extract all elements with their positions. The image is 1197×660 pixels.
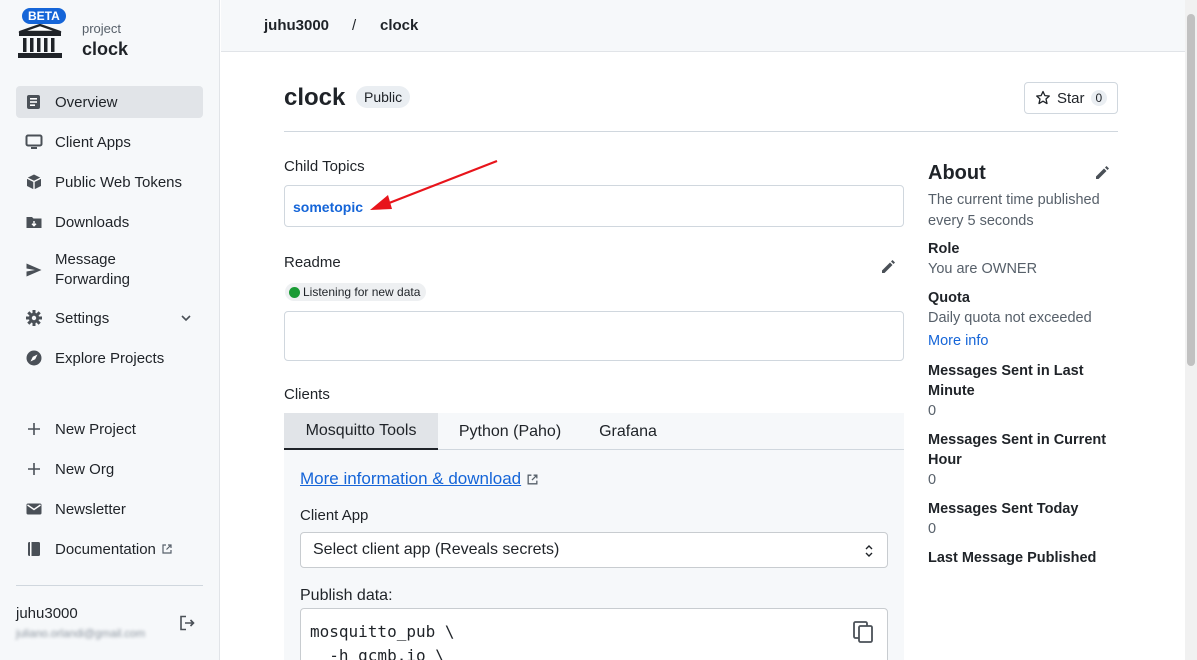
monitor-icon [25,133,43,151]
child-topic-link[interactable]: sometopic [293,199,363,215]
scrollbar-thumb[interactable] [1187,14,1195,366]
publish-command-code[interactable]: mosquitto_pub \ -h gcmb.io \ [300,608,888,660]
sidebar-item-new-project[interactable]: New Project [16,413,203,445]
sidebar-item-label: Public Web Tokens [55,173,183,191]
sidebar-item-downloads[interactable]: Downloads [16,206,203,238]
building-logo-icon [18,23,62,58]
sidebar-item-documentation[interactable]: Documentation [16,533,203,565]
stat-value-today: 0 [928,521,937,537]
sidebar-item-label: Message Forwarding [55,251,131,288]
external-link-icon [162,544,172,554]
logout-icon[interactable] [178,614,196,632]
send-icon [25,261,43,279]
mail-icon [25,500,43,518]
breadcrumb-separator: / [352,17,357,34]
compass-icon [25,349,43,367]
publish-data-label: Publish data: [300,587,393,604]
stat-value-current-hour: 0 [928,472,937,488]
user-name: juhu3000 [16,605,78,622]
sidebar-item-public-web-tokens[interactable]: Public Web Tokens [16,166,203,198]
overview-icon [25,93,43,111]
gear-icon [25,309,43,327]
sidebar-item-newsletter[interactable]: Newsletter [16,493,203,525]
sidebar-item-explore-projects[interactable]: Explore Projects [16,342,203,374]
cube-icon [25,173,43,191]
listening-status-text: Listening for new data [303,285,421,299]
top-bar: juhu3000 / clock [221,0,1185,52]
child-topics-label: Child Topics [284,158,365,175]
breadcrumb-project[interactable]: clock [380,17,418,34]
client-tabs: Mosquitto Tools Python (Paho) Grafana [284,413,904,450]
star-count: 0 [1090,90,1108,106]
star-icon [1036,90,1050,105]
user-email: juliano.orlandi@gmail.com [16,628,146,640]
sidebar-item-label: Overview [55,93,118,111]
breadcrumb-owner[interactable]: juhu3000 [264,17,329,34]
stat-label-current-hour: Messages Sent in Current Hour [928,432,1107,468]
sidebar-item-new-org[interactable]: New Org [16,453,203,485]
external-link-icon [527,474,538,485]
quota-more-info-link[interactable]: More info [928,333,988,349]
quota-value: Daily quota not exceeded [928,310,1092,326]
sidebar-item-overview[interactable]: Overview [16,86,203,118]
tab-grafana[interactable]: Grafana [584,413,672,450]
select-updown-icon [865,545,873,557]
book-icon [25,540,43,558]
stat-value-last-minute: 0 [928,403,937,419]
sidebar-item-label: New Project [55,420,136,438]
readme-label: Readme [284,254,341,271]
edit-readme-pencil-icon[interactable] [879,258,897,276]
client-app-label: Client App [300,507,369,524]
status-dot-icon [289,286,300,298]
sidebar-item-label: Explore Projects [55,349,165,367]
sidebar-divider [16,585,203,586]
plus-icon [25,420,43,438]
sidebar-item-label: Settings [55,309,110,327]
stat-label-today: Messages Sent Today [928,501,1079,517]
clients-label: Clients [284,386,330,403]
star-label: Star [1057,89,1085,107]
sidebar-item-label: New Org [55,460,115,478]
tab-python-paho[interactable]: Python (Paho) [443,413,577,450]
role-value: You are OWNER [928,261,1038,277]
more-info-download-link[interactable]: More information & download [300,469,521,489]
sidebar-item-label: Client Apps [55,133,131,151]
project-name: clock [82,39,129,59]
copy-icon[interactable] [852,620,874,644]
title-divider [284,131,1118,132]
annotation-arrow-icon [370,159,498,210]
quota-label: Quota [928,290,970,306]
sidebar-item-message-forwarding[interactable]: Message Forwarding [16,249,203,291]
sidebar-item-settings[interactable]: Settings [16,302,203,334]
sidebar-item-label: Downloads [55,213,130,231]
listening-status-chip: Listening for new data [285,283,427,301]
code-line: mosquitto_pub \ [310,622,455,641]
client-app-select[interactable]: Select client app (Reveals secrets) [300,532,888,568]
chevron-down-icon [181,315,191,322]
brand-kicker: project [82,21,122,36]
code-line: -h gcmb.io \ [310,646,445,660]
edit-about-pencil-icon[interactable] [1093,164,1111,182]
stat-label-last-minute: Messages Sent in Last Minute [928,363,1084,399]
about-title: About [928,162,986,184]
sidebar-item-label: Documentation [55,540,156,558]
sidebar-item-client-apps[interactable]: Client Apps [16,126,203,158]
download-folder-icon [25,213,43,231]
client-app-select-value: Select client app (Reveals secrets) [313,541,560,558]
role-label: Role [928,241,960,257]
visibility-badge: Public [356,86,411,108]
about-description: The current time published every 5 secon… [928,192,1100,229]
tab-mosquitto-tools[interactable]: Mosquitto Tools [284,413,438,450]
beta-badge: BETA [22,8,66,24]
last-message-published-label: Last Message Published [928,550,1097,566]
sidebar-item-label: Newsletter [55,500,126,518]
plus-icon [25,460,43,478]
page-title: clock [284,84,346,111]
project-brand[interactable]: BETA project clock [16,8,206,60]
star-button[interactable]: Star 0 [1024,82,1118,114]
sidebar: BETA project clock Overview Client Apps … [0,0,220,660]
readme-content-box [284,311,904,361]
